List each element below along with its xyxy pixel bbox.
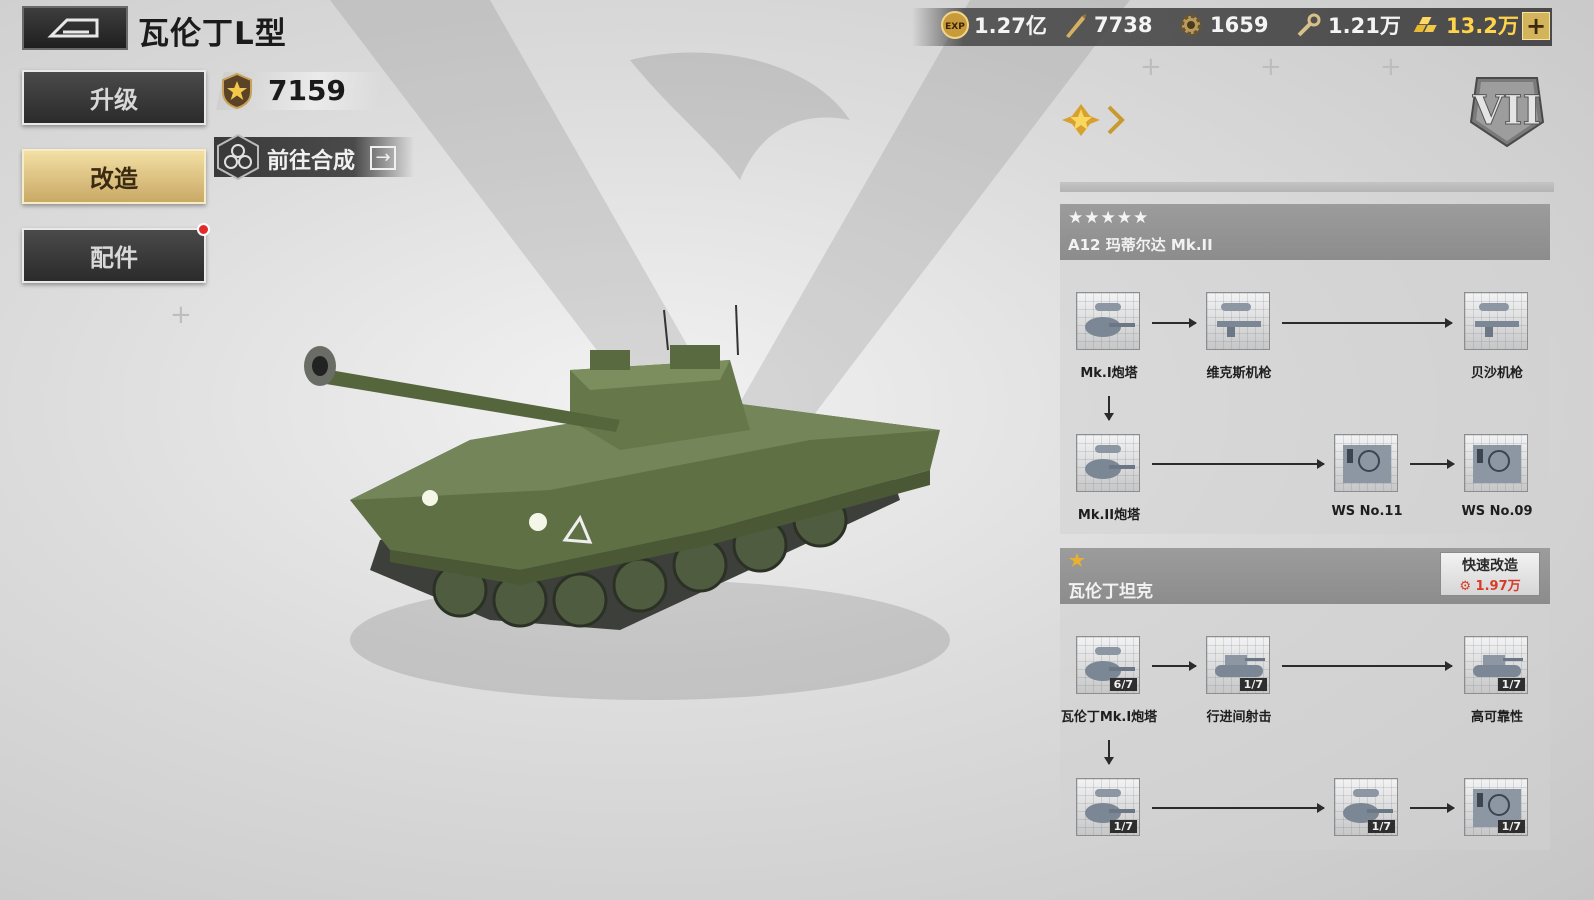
- panel-1-title: A12 玛蒂尔达 Mk.II: [1068, 236, 1213, 254]
- chevron-right-icon: [1107, 105, 1125, 135]
- node-label: 行进间射击: [1206, 710, 1272, 725]
- power-badge-icon: [222, 72, 252, 110]
- tier-label: VII: [1472, 87, 1541, 134]
- gold-value: 13.2万: [1446, 14, 1519, 38]
- node-count: 1/7: [1497, 678, 1525, 691]
- wrench-icon: [1294, 10, 1324, 40]
- add-gold-button[interactable]: +: [1522, 12, 1550, 40]
- tank-model[interactable]: [290, 300, 970, 720]
- tree-arrow: [1152, 661, 1197, 671]
- node-label: 瓦伦丁Mk.I炮塔: [1060, 710, 1158, 725]
- tree-node[interactable]: 1/7: [1464, 636, 1532, 698]
- tree-arrow: [1152, 459, 1325, 469]
- radio-icon: [1343, 445, 1391, 483]
- tier-badge-icon: VII: [1469, 77, 1545, 148]
- quick-modify-button[interactable]: 快速改造 ⚙ 1.97万: [1440, 552, 1540, 596]
- synthesis-arrow-icon[interactable]: →: [370, 146, 396, 170]
- tree-node[interactable]: [1076, 292, 1144, 354]
- tree-node[interactable]: [1464, 434, 1532, 496]
- background-cross-icon: +: [1380, 52, 1402, 82]
- exp-resource: EXP 1.27亿: [940, 10, 1047, 40]
- rank-star-small-icon: [1069, 553, 1085, 567]
- back-arrow-icon: [47, 18, 99, 38]
- node-label: WS No.11: [1331, 504, 1403, 519]
- rank-star-icon: [1062, 104, 1100, 136]
- tree-node[interactable]: [1206, 292, 1274, 354]
- panel-1-header: ★★★★★ A12 玛蒂尔达 Mk.II: [1060, 204, 1550, 260]
- tree-arrow: [1282, 661, 1453, 671]
- wrench-resource: 1.21万: [1294, 10, 1401, 40]
- tree-node[interactable]: 1/7: [1334, 778, 1402, 840]
- tree-arrow: [1104, 740, 1114, 765]
- exp-value: 1.27亿: [974, 14, 1047, 38]
- radio-icon: [1473, 445, 1521, 483]
- gear-icon: [1176, 10, 1206, 40]
- modify-tree-panel-2: 瓦伦丁坦克 快速改造 ⚙ 1.97万 6/7 瓦伦丁Mk.I炮塔 1/7 行进间…: [1060, 548, 1550, 850]
- tree-arrow: [1410, 459, 1455, 469]
- panel-2-title: 瓦伦丁坦克: [1068, 582, 1153, 602]
- bullet-icon: [1060, 10, 1090, 40]
- modify-tree-panel-1: ★★★★★ A12 玛蒂尔达 Mk.II Mk.I炮塔 维克斯机枪 贝沙机枪 M…: [1060, 204, 1550, 534]
- background-cross-icon: +: [170, 300, 192, 330]
- gold-resource: 13.2万: [1412, 10, 1519, 40]
- synthesis-label: 前往合成: [267, 149, 356, 174]
- upgrade-button-label: 升级: [90, 86, 138, 114]
- tree-arrow: [1282, 318, 1453, 328]
- tree-node[interactable]: 1/7: [1076, 778, 1144, 840]
- gear-value: 1659: [1210, 13, 1269, 37]
- synthesis-hex-icon: [217, 133, 259, 181]
- upgrade-button[interactable]: 升级: [22, 70, 206, 125]
- parts-button-label: 配件: [90, 244, 138, 272]
- power-value: 7159: [268, 74, 346, 107]
- panel-2-header: 瓦伦丁坦克 快速改造 ⚙ 1.97万: [1060, 548, 1550, 604]
- node-label: 贝沙机枪: [1470, 366, 1523, 381]
- node-label: 维克斯机枪: [1206, 366, 1272, 381]
- node-count: 6/7: [1109, 678, 1137, 691]
- background-cross-icon: +: [1260, 52, 1282, 82]
- gear-coin-icon: ⚙: [1459, 579, 1472, 594]
- node-count: 1/7: [1109, 820, 1137, 833]
- turret-icon: [1085, 445, 1135, 479]
- tree-arrow: [1152, 318, 1197, 328]
- bullet-value: 7738: [1094, 13, 1153, 37]
- rank-indicator[interactable]: [1060, 100, 1126, 140]
- tank-name-title: 瓦伦丁L型: [138, 16, 287, 52]
- tree-arrow: [1410, 803, 1455, 813]
- tree-arrow: [1104, 396, 1114, 421]
- node-label: Mk.I炮塔: [1080, 366, 1138, 381]
- machine-gun-icon: [1475, 303, 1519, 337]
- quick-modify-label: 快速改造: [1462, 558, 1518, 574]
- exp-icon: EXP: [940, 10, 970, 40]
- node-count: 1/7: [1497, 820, 1525, 833]
- node-label: WS No.09: [1461, 504, 1533, 519]
- wrench-value: 1.21万: [1328, 14, 1401, 38]
- node-count: 1/7: [1239, 678, 1267, 691]
- background-cross-icon: +: [1140, 52, 1162, 82]
- parts-button[interactable]: 配件: [22, 223, 210, 283]
- gear-resource: 1659: [1176, 10, 1268, 40]
- notification-dot: [197, 223, 210, 236]
- tree-arrow: [1152, 803, 1325, 813]
- quick-modify-cost: 1.97万: [1475, 579, 1521, 594]
- panel-1-stars: ★★★★★: [1068, 208, 1150, 228]
- panel-divider: [1060, 182, 1554, 192]
- tree-node[interactable]: 1/7: [1464, 778, 1532, 840]
- tree-node[interactable]: [1334, 434, 1402, 496]
- back-button[interactable]: [22, 6, 128, 50]
- tree-node[interactable]: 6/7: [1076, 636, 1144, 698]
- node-count: 1/7: [1367, 820, 1395, 833]
- turret-icon: [1085, 303, 1135, 337]
- gold-bars-icon: [1412, 10, 1442, 40]
- node-label: 高可靠性: [1470, 710, 1523, 725]
- node-label: Mk.II炮塔: [1077, 508, 1141, 523]
- tree-node[interactable]: [1464, 292, 1532, 354]
- machine-gun-icon: [1217, 303, 1261, 337]
- modify-button[interactable]: 改造: [22, 149, 206, 204]
- tree-node[interactable]: [1076, 434, 1144, 496]
- bullet-resource: 7738: [1060, 10, 1152, 40]
- modify-button-label: 改造: [90, 165, 138, 193]
- tree-node[interactable]: 1/7: [1206, 636, 1274, 698]
- svg-text:EXP: EXP: [945, 22, 965, 32]
